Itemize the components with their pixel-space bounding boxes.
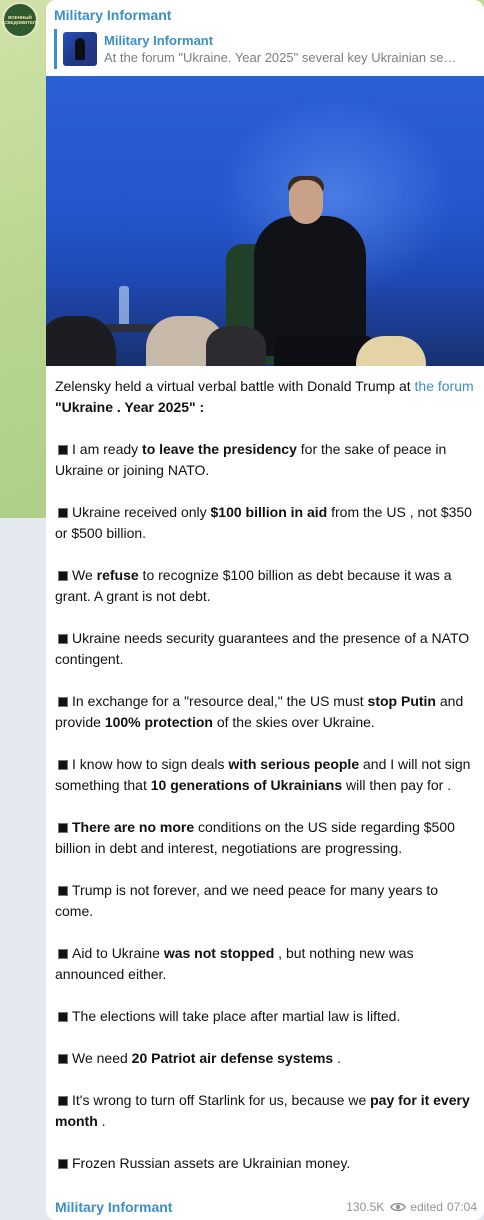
bullet-square-icon [58, 1054, 68, 1064]
message-footer: Military Informant 130.5K edited 07:04 [55, 1197, 477, 1217]
bullet-square-icon [58, 886, 68, 896]
bullet-square-icon [58, 1012, 68, 1022]
bullet-square-icon [58, 445, 68, 455]
bullet-list: I am ready to leave the presidency for t… [55, 439, 477, 1174]
footer-signature[interactable]: Military Informant [55, 1199, 172, 1215]
bullet-item: I am ready to leave the presidency for t… [55, 441, 447, 478]
message-bubble: Military Informant Military Informant At… [46, 0, 484, 1220]
photo-audience [46, 306, 484, 366]
reply-snippet: At the forum "Ukraine. Year 2025" severa… [104, 49, 457, 65]
bullet-item: We need 20 Patriot air defense systems . [55, 1048, 477, 1069]
bullet-square-icon [58, 1159, 68, 1169]
channel-name[interactable]: Military Informant [54, 7, 171, 23]
view-count: 130.5K [346, 1200, 385, 1214]
message-time: 07:04 [446, 1200, 477, 1214]
reply-preview[interactable]: Military Informant At the forum "Ukraine… [54, 29, 476, 69]
bullet-item: The elections will take place after mart… [55, 1006, 477, 1027]
bullet-item: Trump is not forever, and we need peace … [55, 882, 439, 919]
bullet-item: In exchange for a "resource deal," the U… [55, 693, 464, 730]
edited-label: edited [410, 1200, 443, 1214]
bullet-item: It's wrong to turn off Starlink for us, … [55, 1092, 470, 1129]
bullet-square-icon [58, 760, 68, 770]
bullet-item: Frozen Russian assets are Ukrainian mone… [55, 1153, 477, 1174]
bullet-item: There are no more conditions on the US s… [55, 819, 455, 856]
bullet-square-icon [58, 697, 68, 707]
forum-link[interactable]: the forum [415, 378, 474, 394]
bullet-item: Ukraine received only $100 billion in ai… [55, 504, 472, 541]
message-intro: Zelensky held a virtual verbal battle wi… [55, 378, 474, 415]
photo-speaker-head [289, 180, 323, 224]
bullet-square-icon [58, 634, 68, 644]
message-meta: 130.5K edited 07:04 [342, 1200, 477, 1214]
eye-icon [390, 1202, 407, 1212]
bullet-square-icon [58, 949, 68, 959]
reply-title: Military Informant [104, 32, 214, 48]
message-text: Zelensky held a virtual verbal battle wi… [55, 376, 477, 1195]
bullet-item: Aid to Ukraine was not stopped , but not… [55, 945, 414, 982]
channel-avatar[interactable]: ВОЕННЫЙ ОСВЕДОМИТЕЛЬ [0, 2, 40, 38]
bullet-item: Ukraine needs security guarantees and th… [55, 630, 470, 667]
bullet-item: I know how to sign deals with serious pe… [55, 756, 471, 793]
bullet-square-icon [58, 823, 68, 833]
reply-thumbnail [63, 32, 97, 66]
message-photo[interactable] [46, 76, 484, 366]
bullet-square-icon [58, 1096, 68, 1106]
reply-text: Military Informant At the forum "Ukraine… [104, 33, 476, 66]
bullet-item: We refuse to recognize $100 billion as d… [55, 567, 452, 604]
avatar-text: ВОЕННЫЙ ОСВЕДОМИТЕЛЬ [0, 15, 40, 25]
bullet-square-icon [58, 571, 68, 581]
bullet-square-icon [58, 508, 68, 518]
